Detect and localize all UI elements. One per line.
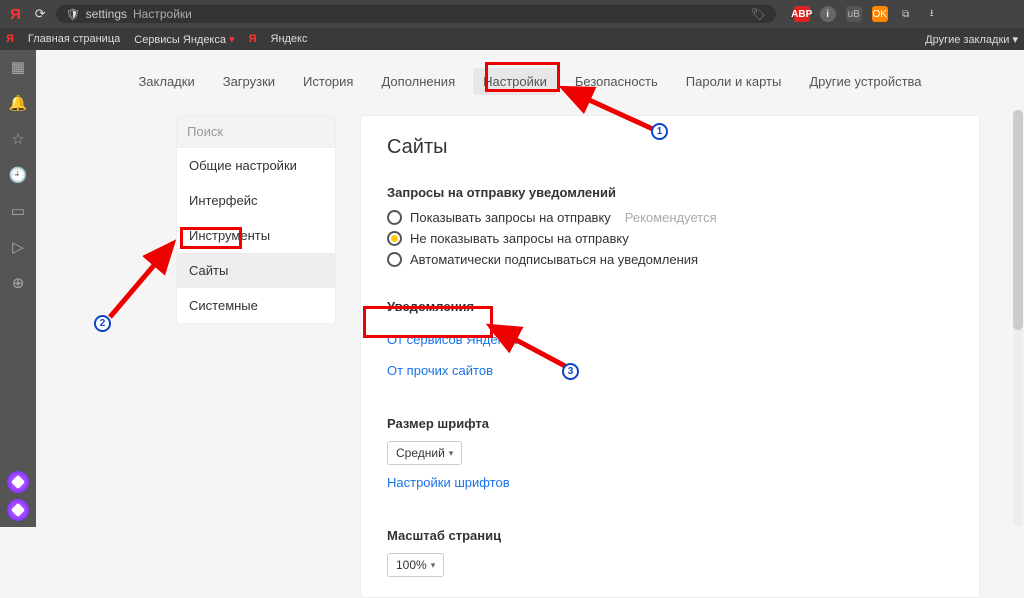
play-icon[interactable]: ▷: [12, 238, 24, 256]
url-title: Настройки: [133, 7, 192, 21]
scrollbar-thumb[interactable]: [1013, 110, 1023, 330]
link-font-settings[interactable]: Настройки шрифтов: [387, 475, 510, 490]
radio-show-label: Показывать запросы на отправку: [410, 210, 611, 225]
radio-show[interactable]: Показывать запросы на отправку Рекоменду…: [387, 210, 953, 225]
settings-tabs: Закладки Загрузки История Дополнения Нас…: [36, 50, 1024, 115]
settings-main: Сайты Запросы на отправку уведомлений По…: [360, 115, 980, 598]
radio-icon: [387, 231, 402, 246]
ublock-icon[interactable]: uB: [846, 6, 862, 22]
left-rail: ▦ 🔔 ☆ 🕘 ▭ ▷ ⊕: [0, 50, 36, 527]
radio-icon: [387, 210, 402, 225]
radio-auto-label: Автоматически подписываться на уведомлен…: [410, 252, 698, 267]
alisa-icon-2[interactable]: [7, 499, 29, 521]
yandex-logo[interactable]: Я: [6, 6, 25, 23]
settings-page: Закладки Загрузки История Дополнения Нас…: [36, 50, 1024, 527]
scrollbar[interactable]: [1013, 110, 1023, 525]
link-yandex-services[interactable]: От сервисов Яндекса: [387, 332, 517, 347]
bm-yandex[interactable]: Яндекс: [271, 33, 308, 45]
link-other-sites[interactable]: От прочих сайтов: [387, 363, 493, 378]
reload-icon[interactable]: ⟳: [35, 6, 46, 22]
zoom-select[interactable]: 100%: [387, 553, 444, 577]
font-size-select[interactable]: Средний: [387, 441, 462, 465]
alisa-icon[interactable]: [7, 471, 29, 493]
ext-dot-icon[interactable]: i: [820, 6, 836, 22]
sidebar-item-interface[interactable]: Интерфейс: [177, 183, 335, 218]
tab-passwords[interactable]: Пароли и карты: [676, 68, 792, 95]
section-notif-title: Уведомления: [387, 299, 953, 314]
titlebar: Я ⟳ 🛡 settings Настройки 🏷 ABP i uB OK ⧉…: [0, 0, 1024, 28]
section-font-title: Размер шрифта: [387, 416, 953, 431]
collections-icon[interactable]: ▭: [11, 202, 25, 220]
sidebar-item-sites[interactable]: Сайты: [177, 253, 335, 288]
tab-security[interactable]: Безопасность: [565, 68, 668, 95]
bookmarks-bar: Я Главная страница Сервисы Яндекса ▾ Я Я…: [0, 28, 1024, 50]
url-key: settings: [86, 7, 127, 21]
ok-icon[interactable]: OK: [872, 6, 888, 22]
sidebar-item-tools[interactable]: Инструменты: [177, 218, 335, 253]
copy-icon[interactable]: ⧉: [898, 6, 914, 22]
radio-hide[interactable]: Не показывать запросы на отправку: [387, 231, 953, 246]
annotation-badge-1: 1: [651, 123, 668, 140]
sidebar-item-system[interactable]: Системные: [177, 288, 335, 323]
download-icon[interactable]: ⭳: [924, 6, 940, 22]
page-title: Сайты: [387, 136, 953, 159]
bm-yandex-logo-2[interactable]: Я: [249, 33, 257, 45]
address-bar[interactable]: 🛡 settings Настройки 🏷: [56, 5, 776, 23]
sidebar-item-general[interactable]: Общие настройки: [177, 148, 335, 183]
tab-downloads[interactable]: Загрузки: [213, 68, 285, 95]
star-icon[interactable]: ☆: [11, 130, 24, 148]
add-panel-icon[interactable]: ⊕: [12, 274, 25, 292]
radio-auto[interactable]: Автоматически подписываться на уведомлен…: [387, 252, 953, 267]
tab-addons[interactable]: Дополнения: [371, 68, 465, 95]
radio-icon: [387, 252, 402, 267]
shield-icon: 🛡: [66, 8, 80, 21]
bm-yandex-logo[interactable]: Я: [6, 33, 14, 45]
bm-home[interactable]: Главная страница: [28, 33, 120, 45]
extension-icons: ABP i uB OK ⧉ ⭳: [794, 6, 940, 22]
bm-other[interactable]: Другие закладки ▾: [925, 33, 1018, 46]
abp-icon[interactable]: ABP: [794, 6, 810, 22]
history-icon[interactable]: 🕘: [9, 166, 28, 184]
settings-sidebar: Поиск Общие настройки Интерфейс Инструме…: [176, 115, 336, 324]
tab-bookmarks[interactable]: Закладки: [128, 68, 204, 95]
bm-services[interactable]: Сервисы Яндекса ▾: [134, 33, 234, 46]
radio-hide-label: Не показывать запросы на отправку: [410, 231, 629, 246]
bell-icon[interactable]: 🔔: [9, 94, 28, 112]
annotation-badge-2: 2: [94, 315, 111, 332]
recommended-label: Рекомендуется: [625, 210, 717, 225]
bookmark-icon[interactable]: 🏷: [750, 7, 765, 21]
section-zoom-title: Масштаб страниц: [387, 528, 953, 543]
annotation-badge-3: 3: [562, 363, 579, 380]
tab-devices[interactable]: Другие устройства: [799, 68, 931, 95]
section-requests-title: Запросы на отправку уведомлений: [387, 185, 953, 200]
apps-icon[interactable]: ▦: [11, 58, 25, 76]
tab-history[interactable]: История: [293, 68, 363, 95]
search-input[interactable]: Поиск: [177, 116, 335, 148]
tab-settings[interactable]: Настройки: [473, 68, 557, 95]
